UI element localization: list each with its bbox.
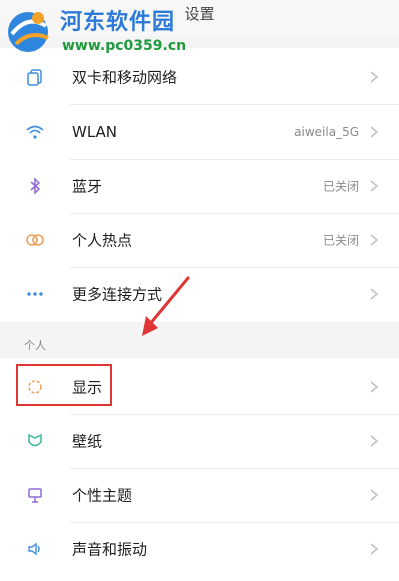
theme-icon (24, 484, 46, 506)
settings-row-wlan[interactable]: WLAN aiweila_5G (0, 105, 399, 159)
hotspot-icon (24, 229, 46, 251)
watermark-url: www.pc0359.cn (62, 38, 187, 54)
chevron-right-icon (370, 489, 379, 501)
chevron-right-icon (370, 234, 379, 246)
more-dots-icon (24, 283, 46, 305)
section-header-personal: 个人 (24, 339, 46, 352)
settings-row-wallpaper[interactable]: 壁纸 (0, 414, 399, 468)
settings-row-theme[interactable]: 个性主题 (0, 468, 399, 522)
settings-row-sound[interactable]: 声音和振动 (0, 522, 399, 576)
watermark-site-name: 河东软件园 (60, 10, 176, 35)
bluetooth-icon (24, 175, 46, 197)
row-label: 声音和振动 (72, 540, 148, 559)
sound-icon (24, 538, 46, 560)
chevron-right-icon (370, 71, 379, 83)
chevron-right-icon (370, 288, 379, 300)
watermark-logo-icon (8, 12, 49, 52)
annotation-arrow-icon (142, 276, 190, 336)
site-watermark: 河东软件园 www.pc0359.cn (0, 0, 230, 64)
row-label: 壁纸 (72, 432, 103, 451)
row-value: 已关闭 (322, 233, 359, 248)
row-label: 个性主题 (72, 486, 133, 505)
row-label: WLAN (72, 123, 118, 141)
wallpaper-icon (24, 430, 46, 452)
chevron-right-icon (370, 126, 379, 138)
annotation-highlight-box (16, 364, 112, 406)
sim-cards-icon (24, 66, 46, 88)
settings-row-bluetooth[interactable]: 蓝牙 已关闭 (0, 159, 399, 213)
chevron-right-icon (370, 543, 379, 555)
settings-row-hotspot[interactable]: 个人热点 已关闭 (0, 213, 399, 267)
chevron-right-icon (370, 435, 379, 447)
chevron-right-icon (370, 381, 379, 393)
row-value: 已关闭 (322, 179, 359, 194)
settings-row-more-connections[interactable]: 更多连接方式 (0, 267, 399, 321)
chevron-right-icon (370, 180, 379, 192)
row-label: 个人热点 (72, 231, 133, 250)
wifi-icon (24, 121, 46, 143)
row-value: aiweila_5G (294, 125, 359, 139)
row-label: 双卡和移动网络 (72, 68, 178, 87)
network-settings-card: 双卡和移动网络 WLAN aiweila_5G 蓝牙 已关闭 个人热点 已关闭 … (0, 48, 399, 322)
row-label: 蓝牙 (72, 177, 103, 196)
